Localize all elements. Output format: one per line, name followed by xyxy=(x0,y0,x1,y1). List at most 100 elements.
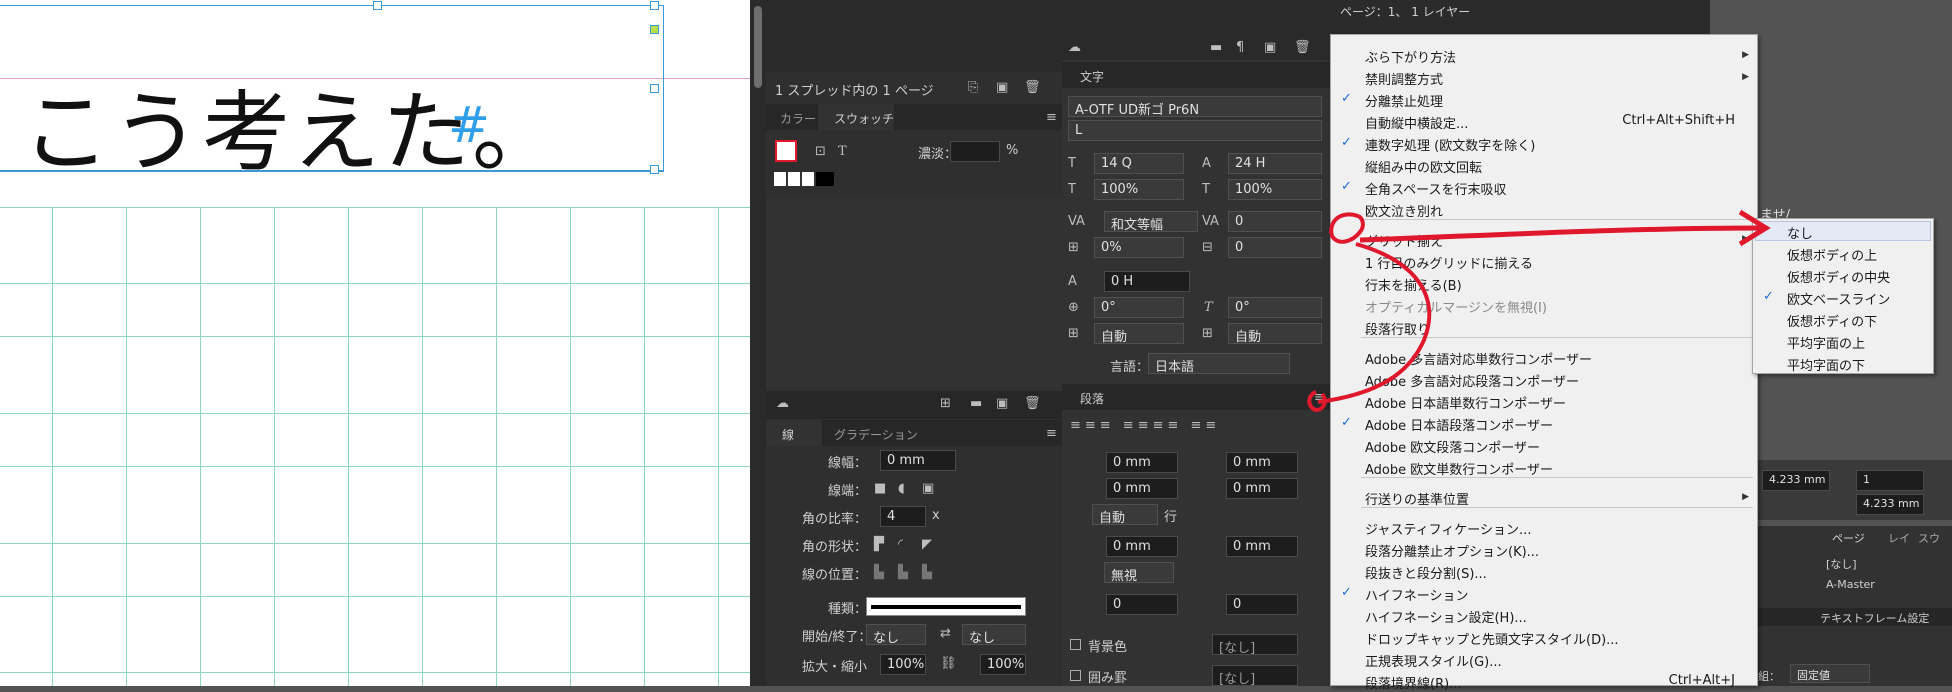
tab-layers[interactable]: レイ xyxy=(1888,530,1910,546)
aki-after-select[interactable]: 自動 xyxy=(1228,323,1322,345)
menu-item[interactable]: 欧文泣き別れ xyxy=(1365,201,1443,220)
menu-item[interactable]: ぶら下がり方法 xyxy=(1365,47,1456,66)
submenu-item[interactable]: 仮想ボディの下 xyxy=(1787,311,1877,330)
submenu-item[interactable]: 平均字面の下 xyxy=(1787,355,1865,374)
frame-handle-top[interactable] xyxy=(373,1,382,10)
char-trash-icon[interactable]: 🗑 xyxy=(1294,40,1311,55)
document-canvas[interactable]: こう考えた。 # xyxy=(0,0,750,686)
new-swatch-icon[interactable]: ▣ xyxy=(996,396,1008,411)
start-select[interactable]: なし xyxy=(866,624,926,646)
dropcap-chars-input[interactable]: 0 xyxy=(1226,594,1298,615)
tab-pages[interactable]: ページ xyxy=(1832,530,1865,546)
font-style-select[interactable]: L xyxy=(1068,120,1322,141)
menu-item[interactable]: ドロップキャップと先頭文字スタイル(D)... xyxy=(1365,629,1619,648)
menu-item[interactable]: 正規表現スタイル(G)... xyxy=(1365,651,1502,670)
round-join-icon[interactable]: ◜ xyxy=(898,537,903,552)
menu-item[interactable]: 分離禁止処理 xyxy=(1365,91,1443,110)
end-select[interactable]: なし xyxy=(962,624,1026,646)
size-field-3[interactable]: 4.233 mm xyxy=(1856,494,1924,515)
format-container-icon[interactable]: ⊡ xyxy=(815,144,826,159)
skew-select[interactable]: 0° xyxy=(1228,297,1322,318)
tab-swatch[interactable]: スウォッチ xyxy=(834,110,894,127)
tab-swatch-2[interactable]: スウ xyxy=(1918,530,1940,546)
scale-start-input[interactable]: 100% xyxy=(880,654,926,675)
menu-item[interactable]: 禁則調整方式 xyxy=(1365,69,1443,88)
space-after-input[interactable]: 0 mm xyxy=(1226,536,1298,557)
swatch-options-icon[interactable]: ⊞ xyxy=(940,396,951,411)
menu-item[interactable]: Adobe 日本語単数行コンポーザー xyxy=(1365,393,1566,412)
first-indent-input[interactable]: 0 mm xyxy=(1106,478,1178,499)
stroke-type-select[interactable] xyxy=(866,597,1026,616)
menu-item[interactable]: オプティカルマージンを無視(I) xyxy=(1365,297,1547,316)
stroke-panel-menu-icon[interactable]: ≡ xyxy=(1046,426,1057,441)
menu-item[interactable]: 段落境界線(R)... xyxy=(1365,673,1462,692)
trash-icon[interactable]: 🗑 xyxy=(1024,80,1041,95)
character-title[interactable]: 文字 xyxy=(1080,68,1104,85)
bg-color-checkbox[interactable] xyxy=(1070,639,1081,650)
pages-none[interactable]: [なし] xyxy=(1826,556,1857,572)
menu-item[interactable]: 行末を揃える(B) xyxy=(1365,275,1462,294)
menu-item[interactable]: ジャスティフィケーション... xyxy=(1365,519,1531,538)
menu-item[interactable]: 縦組み中の欧文回転 xyxy=(1365,157,1482,176)
menu-item[interactable]: 段落分離禁止オプション(K)... xyxy=(1365,541,1539,560)
tint-input[interactable] xyxy=(950,141,1000,162)
link-icon[interactable]: ⛓ xyxy=(940,656,957,671)
menu-item[interactable]: Adobe 多言語対応単数行コンポーザー xyxy=(1365,349,1592,368)
align-outside-icon[interactable]: ▙ xyxy=(922,565,932,580)
grid-align-submenu[interactable]: なし 仮想ボディの上 仮想ボディの中央 欧文ベースライン ✓ 仮想ボディの下 平均字面の上平… xyxy=(1752,218,1934,374)
tsume-select[interactable]: 0% xyxy=(1094,237,1184,258)
swatch-mini-icons[interactable] xyxy=(774,172,834,186)
kerning-select[interactable]: 和文等幅 xyxy=(1104,211,1198,233)
menu-item[interactable]: Adobe 日本語段落コンポーザー xyxy=(1365,415,1553,434)
size-field-1[interactable]: 4.233 mm xyxy=(1762,470,1830,491)
cloud-icon[interactable]: ☁ xyxy=(776,396,789,411)
menu-item[interactable]: ハイフネーション設定(H)... xyxy=(1365,607,1527,626)
menu-item[interactable]: Adobe 欧文段落コンポーザー xyxy=(1365,437,1540,456)
butt-cap-icon[interactable]: ■ xyxy=(874,481,886,496)
pages-master[interactable]: A-Master xyxy=(1826,578,1875,591)
grid-auto-select[interactable]: 自動 xyxy=(1092,504,1158,526)
scrollbar-thumb[interactable] xyxy=(754,6,762,88)
dropcap-lines-input[interactable]: 0 xyxy=(1106,594,1178,615)
space-before-input[interactable]: 0 mm xyxy=(1106,536,1178,557)
frame-handle-right-top[interactable] xyxy=(650,1,659,10)
document-scrollbar[interactable] xyxy=(750,0,766,686)
menu-item[interactable]: 連数字処理 (欧文数字を除く) xyxy=(1365,135,1535,154)
leading-select[interactable]: 24 H xyxy=(1228,153,1322,174)
submenu-item[interactable]: 平均字面の上 xyxy=(1787,333,1865,352)
miter-join-icon[interactable]: ▛ xyxy=(874,537,884,552)
frame-handle-right-mid[interactable] xyxy=(650,84,659,93)
paragraph-align-buttons[interactable]: ≡≡≡ ≡≡≡≡ ≡≡ xyxy=(1070,418,1310,434)
submenu-item[interactable]: なし xyxy=(1787,223,1813,242)
fixed-select[interactable]: 固定値 xyxy=(1790,664,1870,683)
paragraph-menu-icon[interactable]: ≡ xyxy=(1314,390,1325,405)
square-cap-icon[interactable]: ▣ xyxy=(922,481,934,496)
tab-color[interactable]: カラー xyxy=(780,110,816,127)
submenu-item[interactable]: 欧文ベースライン xyxy=(1787,289,1890,308)
align-center-icon[interactable]: ▙ xyxy=(874,565,884,580)
tab-stroke[interactable]: 線 xyxy=(782,426,794,443)
baseline-input[interactable]: 0 H xyxy=(1104,271,1190,292)
language-select[interactable]: 日本語 xyxy=(1148,353,1290,375)
menu-item[interactable]: 全角スペースを行末吸収 xyxy=(1365,179,1506,198)
border-value[interactable]: [なし] xyxy=(1212,665,1298,686)
char-cloud-icon[interactable]: ☁ xyxy=(1068,40,1081,55)
new-page-icon[interactable]: ⎘ xyxy=(968,80,978,95)
delete-swatch-icon[interactable]: 🗑 xyxy=(1024,396,1041,411)
font-family-select[interactable]: A-OTF UD新ゴ Pr6N xyxy=(1068,96,1322,118)
format-text-icon[interactable]: T xyxy=(838,144,847,159)
frame-in-port[interactable] xyxy=(650,25,659,34)
size-field-2[interactable]: 1 xyxy=(1856,470,1924,491)
new-icon[interactable]: ▣ xyxy=(996,80,1008,95)
menu-item[interactable]: 行送りの基準位置 xyxy=(1365,489,1469,508)
right-indent-input[interactable]: 0 mm xyxy=(1226,452,1298,473)
vscale-select[interactable]: 100% xyxy=(1094,179,1184,200)
shading-select[interactable]: 無視 xyxy=(1104,562,1174,584)
left-indent-input[interactable]: 0 mm xyxy=(1106,452,1178,473)
bg-color-value[interactable]: [なし] xyxy=(1212,634,1298,655)
swap-icon[interactable]: ⇄ xyxy=(940,626,951,641)
paragraph-title[interactable]: 段落 xyxy=(1080,390,1104,407)
fill-stroke-proxy[interactable] xyxy=(775,140,797,162)
bevel-join-icon[interactable]: ◤ xyxy=(922,537,932,552)
paragraph-context-menu[interactable]: ぶら下がり方法 ▶ 禁則調整方式 ▶ 分離禁止処理 ✓ 自動縦中横設定... Ctrl+Alt… xyxy=(1330,34,1758,692)
